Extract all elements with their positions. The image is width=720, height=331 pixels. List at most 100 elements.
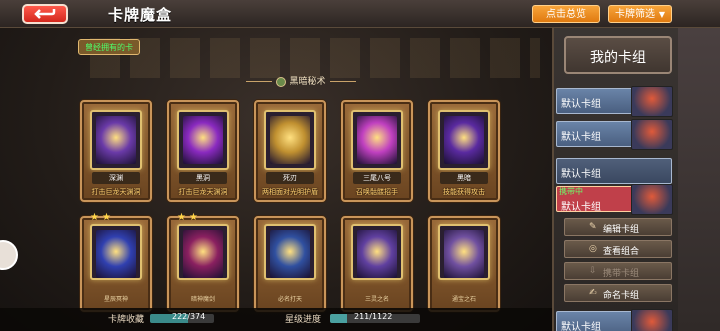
card-description: 召唤骷髅招手: [356, 188, 398, 196]
card-frame: [177, 224, 229, 280]
my-decks-sidebar: 我的卡组 默认卡组 默认卡组 默认卡组 携带中 默认卡组 ✎ 编辑卡组 ◎ 查看…: [552, 28, 720, 331]
card-name: 死刃: [266, 172, 314, 184]
card-frame: [264, 110, 316, 170]
star-icon: ★: [90, 212, 99, 223]
star-icon: ★: [189, 212, 198, 223]
card-description: 两相面对光明护盾: [262, 188, 318, 196]
card-name: 深渊: [92, 172, 140, 184]
rename-deck-button[interactable]: ✍ 命名卡组: [564, 284, 672, 302]
edit-deck-button[interactable]: ✎ 编辑卡组: [564, 218, 672, 236]
ornament-left: [246, 81, 272, 82]
card-frame: [351, 110, 403, 170]
overview-button[interactable]: 点击总览: [532, 5, 600, 23]
chevron-down-icon: ▼: [658, 10, 665, 19]
edit-icon: ✎: [589, 222, 597, 232]
card-item[interactable]: 星辰冥神 ★ ★: [80, 212, 152, 312]
download-icon: ⇩: [589, 266, 597, 276]
card-description: 技能获得攻击: [443, 188, 485, 196]
deck-name: 默认卡组: [561, 169, 601, 180]
deck-item[interactable]: 默认卡组: [556, 309, 673, 331]
card-frame: [90, 110, 142, 170]
card-item[interactable]: 黑洞 打击巨龙天渊洞: [167, 100, 239, 202]
card-item[interactable]: 暗神魔剑 ★ ★: [167, 212, 239, 312]
deck-name: 默认卡组: [561, 202, 601, 213]
card-filter-label: 卡牌筛选: [615, 9, 655, 20]
deck-portrait: [631, 86, 673, 117]
page-title: 卡牌魔盒: [108, 6, 173, 24]
card-frame: [90, 224, 142, 280]
deck-name: 默认卡组: [561, 132, 601, 143]
deck-name: 默认卡组: [561, 322, 601, 331]
deck-name: 默认卡组: [561, 99, 601, 110]
card-frame: [177, 110, 229, 170]
card-item[interactable]: 三灵之名: [341, 216, 413, 312]
deck-portrait: [631, 184, 673, 215]
deck-item[interactable]: 默认卡组: [556, 119, 673, 150]
deck-item-active[interactable]: 携带中 默认卡组: [556, 184, 673, 215]
card-group-header: 黑暗秘术: [246, 74, 356, 90]
card-frame: [264, 224, 316, 280]
card-item[interactable]: 通宝之石: [428, 216, 500, 312]
card-item[interactable]: 必名打天: [254, 216, 326, 312]
star-progress-label: 星级进度: [285, 315, 322, 325]
card-name: 黑洞: [179, 172, 227, 184]
card-frame: [438, 110, 490, 170]
progress-bar-row: 卡牌收藏 222/374 星级进度 211/1122: [0, 308, 552, 331]
card-art-icon: [96, 230, 136, 278]
card-frame: [351, 224, 403, 280]
view-combo-button[interactable]: ◎ 查看组合: [564, 240, 672, 258]
view-icon: ◎: [589, 244, 597, 254]
deck-item[interactable]: 默认卡组: [556, 158, 672, 184]
back-arrow-icon: [34, 9, 56, 19]
background-pattern: [90, 38, 540, 78]
card-filter-dropdown[interactable]: 卡牌筛选 ▼: [608, 5, 672, 23]
card-art-icon: [270, 230, 310, 278]
my-decks-title: 我的卡组: [590, 50, 646, 66]
star-icon: ★: [177, 212, 186, 223]
star-icon: ★: [102, 212, 111, 223]
sidebar-rail: [678, 28, 720, 331]
star-progress-value: 211/1122: [354, 312, 393, 321]
card-item[interactable]: 三尾八号召唤骷髅招手: [341, 100, 413, 202]
collection-label: 卡牌收藏: [108, 315, 145, 325]
collection-value: 222/374: [172, 312, 206, 321]
card-art-icon: [270, 116, 310, 164]
group-gem-icon: [276, 76, 287, 87]
carry-deck-button[interactable]: ⇩ 携带卡组: [564, 262, 672, 280]
back-button[interactable]: [22, 4, 68, 24]
owned-cards-label[interactable]: 曾经拥有的卡: [78, 39, 140, 55]
card-name: 通宝之石: [451, 296, 476, 303]
card-name: 必名打天: [277, 296, 302, 303]
rename-deck-label: 命名卡组: [603, 291, 640, 301]
my-decks-header: 我的卡组: [564, 36, 672, 74]
card-box-screen: 卡牌魔盒 点击总览 卡牌筛选 ▼ 曾经拥有的卡 黑暗秘术 深渊 打击巨龙天渊洞 黑洞…: [0, 0, 720, 331]
star-progress-fill: [330, 314, 348, 323]
card-name: 暗神魔剑: [190, 296, 215, 303]
card-art-icon: [357, 116, 397, 164]
edit-deck-label: 编辑卡组: [603, 225, 640, 235]
deck-portrait: [631, 119, 673, 150]
card-art-icon: [357, 230, 397, 278]
card-frame: [438, 224, 490, 280]
card-name: 三尾八号: [353, 172, 401, 184]
carry-deck-label: 携带卡组: [603, 269, 640, 279]
card-item[interactable]: 深渊 打击巨龙天渊洞: [80, 100, 152, 202]
card-name: 三灵之名: [364, 296, 389, 303]
deck-item[interactable]: 默认卡组: [556, 86, 673, 117]
header-bar: 卡牌魔盒 点击总览 卡牌筛选 ▼: [0, 0, 720, 28]
view-combo-label: 查看组合: [603, 247, 640, 257]
card-art-icon: [444, 116, 484, 164]
card-item[interactable]: 死刃两相面对光明护盾: [254, 100, 326, 202]
carrying-badge: 携带中: [559, 187, 583, 196]
card-art-icon: [96, 116, 136, 164]
card-art-icon: [183, 116, 223, 164]
ornament-right: [330, 81, 356, 82]
rename-icon: ✍: [589, 288, 597, 298]
card-art-icon: [444, 230, 484, 278]
card-art-icon: [183, 230, 223, 278]
card-description: 打击巨龙天渊洞: [91, 188, 141, 196]
deck-portrait: [631, 309, 673, 331]
card-name: 星辰冥神: [103, 296, 128, 303]
card-item[interactable]: 黑暗 技能获得攻击: [428, 100, 500, 202]
card-group-title: 黑暗秘术: [289, 77, 326, 87]
